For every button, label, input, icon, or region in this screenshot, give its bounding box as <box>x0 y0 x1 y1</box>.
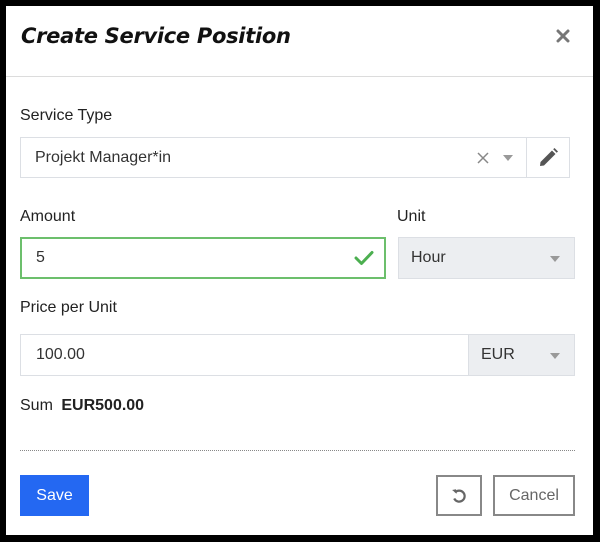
pencil-icon <box>540 148 558 166</box>
price-value: 100.00 <box>36 346 85 363</box>
service-type-value: Projekt Manager*in <box>35 148 172 166</box>
amount-input[interactable]: 5 <box>20 237 386 279</box>
reset-button[interactable] <box>436 475 482 516</box>
edit-service-type-button[interactable] <box>526 137 570 178</box>
save-button[interactable]: Save <box>20 475 89 516</box>
create-service-position-dialog: Create Service Position Service Type Pro… <box>6 6 593 535</box>
chevron-down-icon[interactable] <box>503 155 513 161</box>
currency-select[interactable]: EUR <box>468 334 575 376</box>
service-type-select[interactable]: Projekt Manager*in <box>20 137 527 178</box>
reset-icon <box>452 488 466 503</box>
sum-value: EUR500.00 <box>61 397 145 414</box>
cancel-button[interactable]: Cancel <box>493 475 575 516</box>
dialog-title: Create Service Position <box>21 24 291 48</box>
close-icon <box>556 29 570 43</box>
amount-value: 5 <box>36 249 45 266</box>
clear-icon <box>477 152 489 164</box>
service-type-label: Service Type <box>20 107 113 124</box>
unit-label: Unit <box>397 208 426 225</box>
chevron-down-icon <box>550 353 560 359</box>
price-per-unit-label: Price per Unit <box>20 299 117 316</box>
close-button[interactable] <box>553 26 573 46</box>
amount-label: Amount <box>20 208 76 225</box>
sum-label: Sum <box>20 397 53 414</box>
clear-button[interactable] <box>477 151 491 165</box>
sum-row: Sum EUR500.00 <box>20 397 144 415</box>
unit-select[interactable]: Hour <box>398 237 575 279</box>
currency-value: EUR <box>481 346 515 363</box>
chevron-down-icon <box>550 256 560 262</box>
dialog-header: Create Service Position <box>6 6 593 77</box>
price-per-unit-input[interactable]: 100.00 <box>20 334 469 376</box>
footer-divider <box>20 450 575 451</box>
unit-value: Hour <box>411 249 446 266</box>
check-icon <box>354 251 374 265</box>
